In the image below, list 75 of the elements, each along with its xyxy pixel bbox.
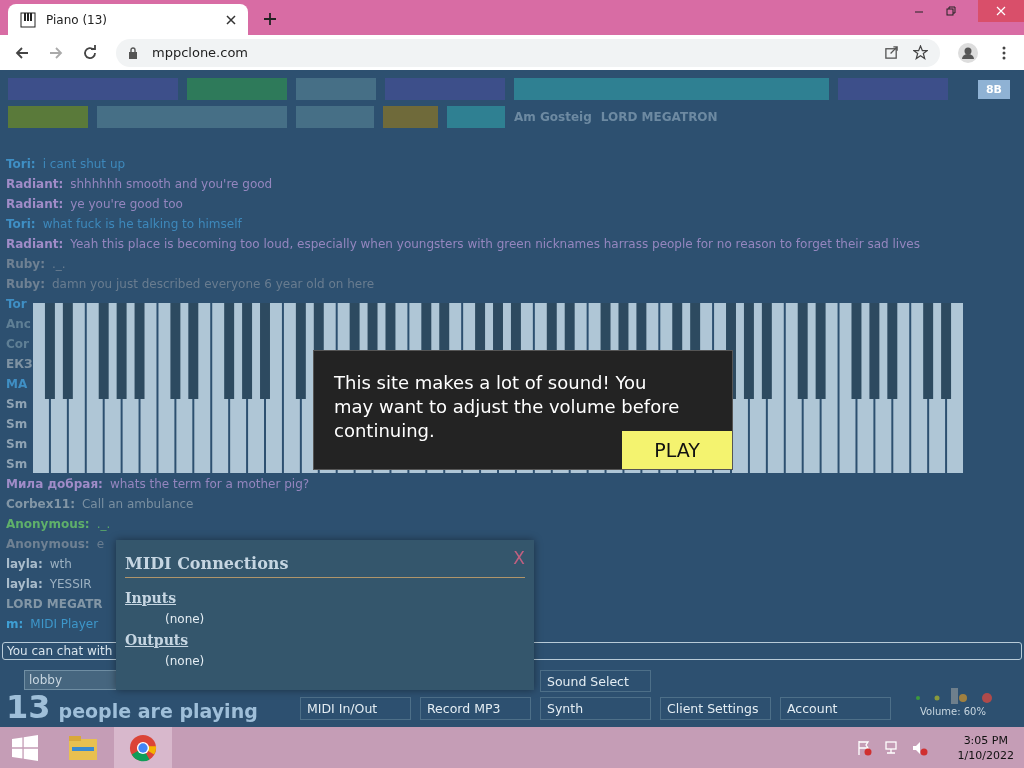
back-icon[interactable] — [14, 44, 30, 61]
chat-username: Anonymous: — [6, 517, 90, 531]
menu-button[interactable]: Synth — [540, 697, 651, 720]
chat-message: ._. — [52, 257, 66, 271]
chat-username: m: — [6, 617, 24, 631]
close-icon[interactable] — [226, 14, 236, 25]
chat-username: layla: — [6, 557, 43, 571]
chat-message: shhhhhh smooth and you're good — [70, 177, 273, 191]
browser-taskbar-button[interactable] — [114, 727, 172, 768]
player-count-label: people are playing — [58, 700, 258, 722]
device-value: (none) — [165, 612, 205, 626]
clock-time: 3:05 PM — [963, 733, 1008, 747]
chat-username: Sm — [6, 417, 28, 431]
chat-message: YESSIR — [49, 577, 92, 591]
chat-message: ._. — [96, 517, 111, 531]
forward-icon[interactable] — [48, 44, 64, 61]
flag-icon[interactable] — [855, 739, 872, 756]
lock-icon — [128, 46, 138, 59]
chat-username: Anonymous: — [6, 537, 90, 551]
chat-username: Tori: — [6, 217, 36, 231]
close-window-button[interactable] — [978, 0, 1024, 22]
network-icon[interactable] — [883, 739, 900, 756]
chat-message: whats the term for a mother pig? — [109, 477, 310, 491]
menu-button[interactable]: Record MP3 — [420, 697, 531, 720]
chat-username: Sm — [6, 397, 28, 411]
chat-message: damn you just described everyone 6 year old on here — [52, 277, 375, 291]
folder-icon[interactable] — [68, 733, 98, 762]
chat-username: Ruby: — [6, 277, 45, 291]
chat-message: Yeah this place is becoming too loud, especially when youngsters with green nicknames harrass people for no reason to forget their sad lives — [70, 237, 920, 251]
chat-username: Radiant: — [6, 177, 64, 191]
tab-title: Piano (13) — [46, 12, 109, 27]
windows-start-icon[interactable] — [12, 734, 38, 761]
player-count: 13 — [6, 688, 51, 726]
section-heading: Outputs — [125, 632, 189, 648]
chat-username: Мила добрая: — [6, 477, 103, 491]
panel-title: MIDI Connections — [125, 553, 289, 573]
chat-username: Sm — [6, 457, 28, 471]
play-button[interactable]: PLAY — [622, 431, 732, 469]
chat-username: Corbex11: — [6, 497, 75, 511]
address-bar[interactable]: mppclone.com — [116, 38, 940, 67]
piano-icon — [20, 11, 36, 28]
chat-username: Radiant: — [6, 197, 64, 211]
restore-icon[interactable] — [946, 6, 956, 16]
chat-message: ye you're good too — [70, 197, 183, 211]
menu-button[interactable]: Account — [780, 697, 891, 720]
browser-icon[interactable] — [128, 733, 158, 762]
profile-icon[interactable] — [958, 42, 978, 63]
chat-username: Sm — [6, 437, 28, 451]
browser-tab[interactable]: Piano (13) — [8, 4, 248, 35]
chat-message: what fuck is he talking to himself — [42, 217, 242, 231]
chat-message: wth — [49, 557, 72, 571]
chat-username: Radiant: — [6, 237, 64, 251]
share-icon[interactable] — [884, 45, 899, 60]
device-value: (none) — [165, 654, 205, 668]
volume-knob-icon[interactable] — [913, 686, 993, 706]
section-heading: Inputs — [125, 590, 177, 606]
menu-button[interactable]: Sound Select — [540, 670, 651, 692]
chat-username: Tori: — [6, 157, 36, 171]
clock-date: 1/10/2022 — [957, 748, 1014, 762]
chat-message: e — [96, 537, 105, 551]
chat-username: layla: — [6, 577, 43, 591]
chat-username: LORD MEGATR — [6, 597, 103, 611]
chat-message: MIDI Player — [30, 617, 99, 631]
reload-icon[interactable] — [82, 44, 98, 61]
chat-message: Call an ambulance — [81, 497, 194, 511]
plus-icon[interactable] — [264, 13, 276, 25]
menu-button[interactable]: MIDI In/Out — [300, 697, 411, 720]
chat-username: Tor — [6, 297, 27, 311]
chat-message: i cant shut up — [42, 157, 126, 171]
volume-label: Volume: 60% — [920, 706, 986, 717]
chat-username: ЕКЗ — [6, 357, 33, 371]
star-icon[interactable] — [913, 45, 928, 60]
menu-button[interactable]: Client Settings — [660, 697, 771, 720]
chat-username: MA — [6, 377, 28, 391]
chat-username: Ruby: — [6, 257, 45, 271]
